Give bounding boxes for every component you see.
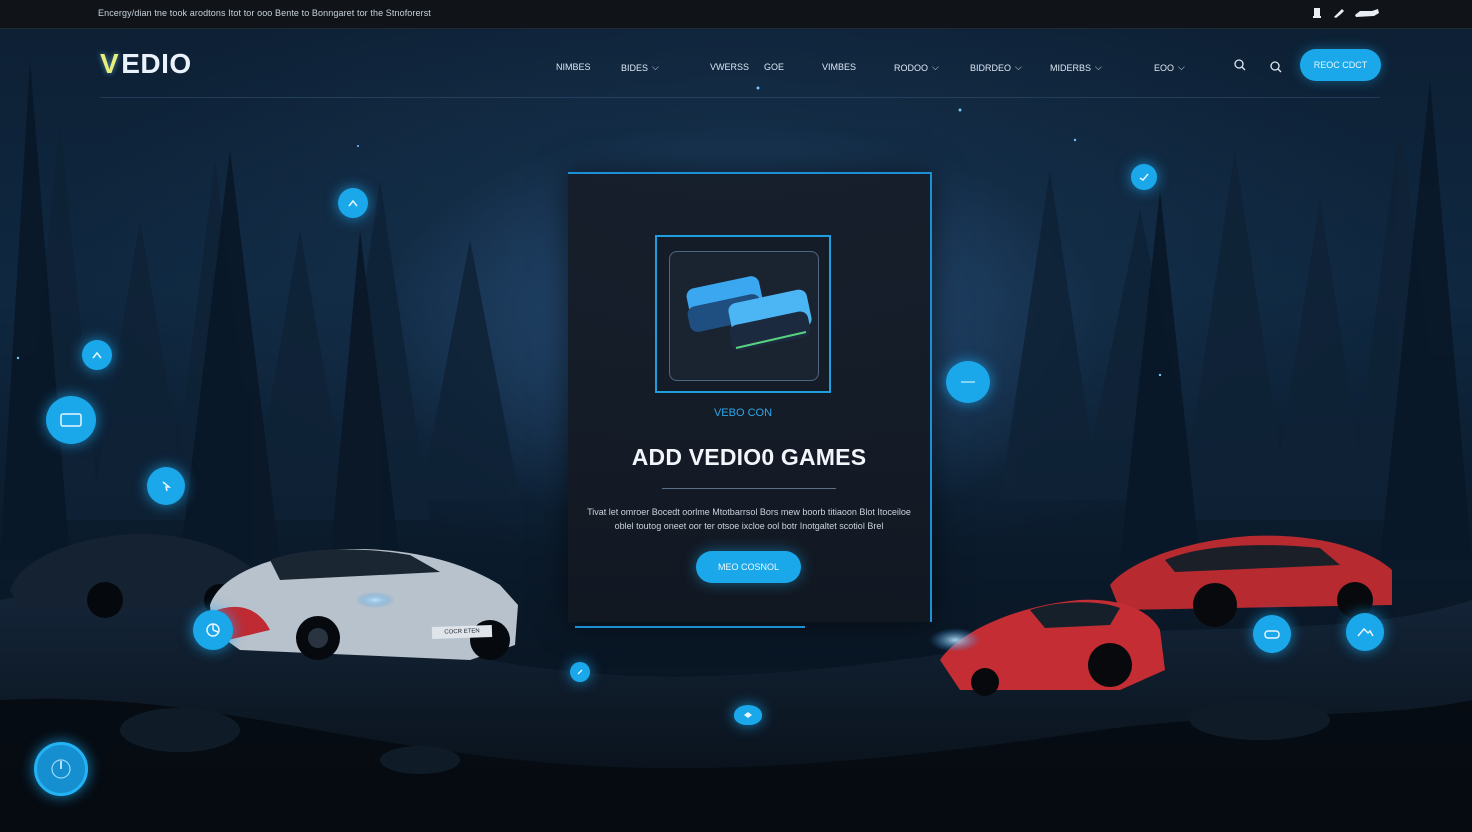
nav-item-label: BIDES (621, 62, 649, 73)
nav-item-5[interactable]: VIMBES (822, 62, 856, 72)
chevron-down-icon: ⌵ (1095, 62, 1102, 72)
car-license-plate: COCR ETEN (431, 624, 493, 640)
floating-gauge-icon[interactable] (34, 742, 88, 796)
top-strip: Encergy/dian tne took arodtons Itot tor … (0, 0, 1472, 29)
floating-gem-icon[interactable] (734, 705, 762, 725)
floating-screen-icon[interactable] (46, 396, 96, 444)
logo-mark: V (100, 48, 120, 79)
floating-chart-icon[interactable] (193, 610, 233, 650)
nav-item-label: RODOO (894, 62, 929, 73)
logo-text: EDIO (121, 48, 192, 79)
floating-check-icon[interactable] (1131, 164, 1157, 190)
vehicle-icon[interactable] (1354, 6, 1380, 20)
nav-item-label: GOE (764, 62, 785, 72)
panel-action-button[interactable]: MEO COSNOL (696, 551, 801, 583)
nav-item-6[interactable]: RODOO ⌵ (894, 62, 939, 73)
nav-item-4[interactable]: GOE (764, 62, 784, 72)
chevron-down-icon: ⌵ (932, 62, 939, 72)
nav-item-3[interactable]: VWERSS (710, 62, 749, 72)
header-cta-button[interactable]: REOC CDCT (1300, 49, 1381, 81)
chevron-down-icon: ⌵ (1015, 62, 1022, 72)
floating-arrow-icon[interactable] (82, 340, 112, 370)
nav-item-1[interactable]: NIMBES (556, 62, 591, 72)
search-icon[interactable] (1233, 58, 1247, 72)
nav-item-8[interactable]: MIDERBS ⌵ (1050, 62, 1102, 73)
floating-pointer-icon[interactable] (147, 467, 185, 505)
page-title: ADD VEDIO0 GAMES (631, 444, 867, 470)
top-strip-note: Encergy/dian tne took arodtons Itot tor … (98, 8, 431, 18)
brand-logo[interactable]: V EDIO (100, 48, 192, 80)
nav-item-label: VWERSS (710, 62, 750, 72)
tool-icon[interactable] (1332, 6, 1346, 20)
nav-item-2[interactable]: BIDES ⌵ (621, 62, 659, 73)
gamepad-icon (669, 251, 819, 381)
search-icon[interactable] (1269, 60, 1283, 74)
game-icon-frame (655, 235, 831, 393)
chevron-down-icon: ⌵ (1178, 62, 1185, 72)
user-icon[interactable] (1310, 6, 1324, 20)
nav-item-label: EOO (1154, 62, 1175, 73)
floating-car-icon[interactable] (1253, 615, 1291, 653)
title-divider (662, 488, 836, 489)
nav-item-label: BIDRDEO (970, 62, 1012, 73)
floating-mountain-icon[interactable] (1346, 613, 1384, 651)
game-card-accent (575, 620, 805, 628)
floating-orb-icon[interactable] (946, 361, 990, 403)
chevron-down-icon: ⌵ (652, 62, 659, 72)
nav-item-label: NIMBES (556, 62, 591, 72)
top-strip-icons (1310, 6, 1380, 20)
nav-item-7[interactable]: BIDRDEO ⌵ (970, 62, 1022, 73)
floating-dot-icon[interactable] (570, 662, 590, 682)
nav-item-label: MIDERBS (1050, 62, 1092, 73)
header-divider (100, 97, 1380, 98)
panel-description: Tivat let omroer Bocedt oorlme Mtotbarrs… (587, 507, 911, 531)
nav-item-label: VIMBES (822, 62, 857, 72)
floating-arrow-icon[interactable] (338, 188, 368, 218)
game-icon-caption: VEBO CON (713, 407, 773, 419)
nav-item-9[interactable]: EOO ⌵ (1154, 62, 1185, 73)
